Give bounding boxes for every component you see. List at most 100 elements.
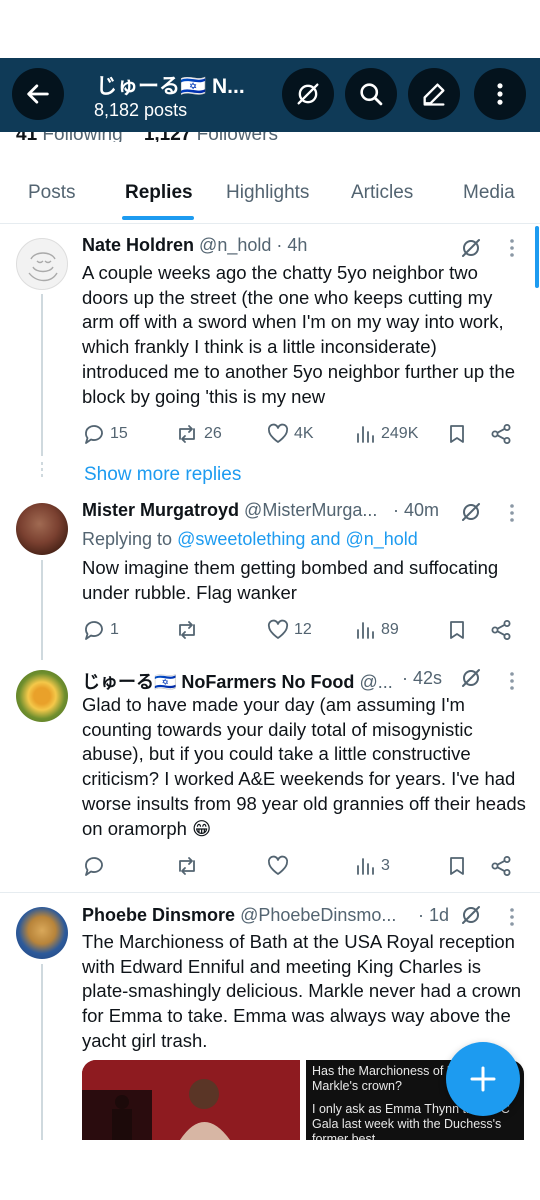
reply-icon: [85, 857, 103, 876]
author-handle[interactable]: @...: [359, 672, 392, 692]
plus-icon: [470, 1066, 496, 1092]
post-time: · 42s: [402, 668, 443, 688]
profile-title: じゅーる🇮🇱 N...: [96, 75, 245, 98]
author-handle[interactable]: @MisterMurga...: [244, 500, 377, 520]
author-name[interactable]: Mister Murgatroyd: [82, 500, 239, 520]
replying-to-users[interactable]: @sweetolething and @n_hold: [177, 529, 418, 549]
views-action[interactable]: 249K: [355, 423, 418, 445]
grok-icon: [297, 83, 319, 105]
profile-tabs: Posts Replies Highlights Articles Media: [0, 168, 540, 224]
avatar-sketch-icon: [28, 252, 58, 282]
views-icon: [357, 622, 374, 639]
repost-action[interactable]: [174, 619, 204, 641]
like-action[interactable]: [266, 855, 294, 877]
bookmark-icon[interactable]: [446, 423, 468, 445]
reply-count: 1: [110, 621, 119, 638]
bookmark-icon[interactable]: [446, 855, 468, 877]
tab-media[interactable]: Media: [463, 182, 515, 204]
repost-action[interactable]: 26: [174, 423, 222, 445]
tab-replies[interactable]: Replies: [125, 182, 193, 204]
more-vertical-icon: [497, 83, 503, 105]
back-button[interactable]: [12, 68, 64, 120]
post-text: The Marchioness of Bath at the USA Royal…: [82, 931, 522, 1051]
grok-icon[interactable]: [459, 500, 483, 524]
grok-icon[interactable]: [459, 236, 483, 260]
views-action[interactable]: 89: [355, 619, 399, 641]
avatar[interactable]: [16, 670, 68, 722]
reply-icon: [85, 425, 103, 444]
like-count: 4K: [294, 425, 314, 442]
thread-line: [41, 964, 43, 1140]
views-action[interactable]: 3: [355, 855, 390, 877]
author-name[interactable]: じゅーる🇮🇱 NoFarmers No Food: [82, 672, 354, 692]
author-name[interactable]: Nate Holdren: [82, 235, 194, 255]
post-text: A couple weeks ago the chatty 5yo neighb…: [82, 262, 515, 407]
like-action[interactable]: 12: [266, 619, 312, 641]
views-count: 3: [381, 857, 390, 874]
scrollbar[interactable]: [535, 226, 539, 288]
like-action[interactable]: 4K: [266, 423, 314, 445]
post-text: Glad to have made your day (am assuming …: [82, 694, 526, 839]
views-icon: [357, 426, 374, 443]
reply-action[interactable]: [82, 855, 110, 877]
edit-button[interactable]: [408, 68, 460, 120]
photo-people-icon: [82, 1060, 300, 1140]
post-header: Nate Holdren @n_hold · 4h: [82, 235, 307, 256]
like-count: 12: [294, 621, 312, 638]
grok-icon[interactable]: [459, 666, 483, 690]
post-more-icon[interactable]: [504, 907, 520, 927]
reply-action[interactable]: 15: [82, 423, 128, 445]
author-handle[interactable]: @n_hold: [199, 235, 271, 255]
reply-action[interactable]: 1: [82, 619, 119, 641]
repost-action[interactable]: [174, 855, 204, 877]
views-count: 89: [381, 621, 399, 638]
post-image[interactable]: [82, 1060, 300, 1140]
avatar[interactable]: [16, 907, 68, 959]
bookmark-icon[interactable]: [446, 619, 468, 641]
more-options-button[interactable]: [474, 68, 526, 120]
thread-dots: [41, 462, 43, 480]
edit-icon: [423, 83, 445, 106]
author-handle[interactable]: @PhoebeDinsmo...: [240, 905, 396, 925]
post-header: じゅーる🇮🇱 NoFarmers No Food @...: [82, 668, 393, 694]
share-icon[interactable]: [490, 855, 512, 877]
avatar[interactable]: [16, 503, 68, 555]
compose-button[interactable]: [446, 1042, 520, 1116]
post-time: · 1d: [418, 905, 450, 925]
active-tab-indicator: [122, 216, 194, 220]
post-more-icon[interactable]: [504, 238, 520, 258]
tab-articles[interactable]: Articles: [351, 182, 413, 204]
post-time: · 40m: [393, 500, 440, 520]
reply-count: 15: [110, 425, 128, 442]
post-time: · 4h: [276, 235, 308, 255]
tab-highlights[interactable]: Highlights: [226, 182, 309, 204]
share-icon[interactable]: [490, 423, 512, 445]
show-more-replies[interactable]: Show more replies: [84, 464, 241, 486]
replying-to-prefix: Replying to: [82, 529, 173, 549]
search-button[interactable]: [345, 68, 397, 120]
repost-icon: [179, 425, 195, 443]
grok-button[interactable]: [282, 68, 334, 120]
tab-posts[interactable]: Posts: [28, 182, 76, 204]
post-count: 8,182 posts: [94, 100, 188, 120]
heart-icon: [267, 855, 289, 875]
post-header: Phoebe Dinsmore @PhoebeDinsmo...: [82, 905, 396, 926]
post-more-icon[interactable]: [504, 503, 520, 523]
post-more-icon[interactable]: [504, 671, 520, 691]
reply-icon: [85, 621, 103, 640]
thread-line: [41, 560, 43, 660]
search-icon: [360, 83, 383, 106]
heart-icon: [267, 423, 289, 443]
post-divider: [0, 892, 540, 893]
share-icon[interactable]: [490, 619, 512, 641]
post-text: Now imagine them getting bombed and suff…: [82, 557, 499, 603]
grok-icon[interactable]: [459, 903, 483, 927]
avatar[interactable]: [16, 238, 68, 290]
post-header: Mister Murgatroyd @MisterMurga...: [82, 500, 377, 521]
repost-count: 26: [204, 425, 222, 442]
views-icon: [357, 858, 374, 875]
author-name[interactable]: Phoebe Dinsmore: [82, 905, 235, 925]
back-arrow-icon: [27, 84, 49, 104]
repost-icon: [179, 857, 195, 875]
repost-icon: [179, 621, 195, 639]
